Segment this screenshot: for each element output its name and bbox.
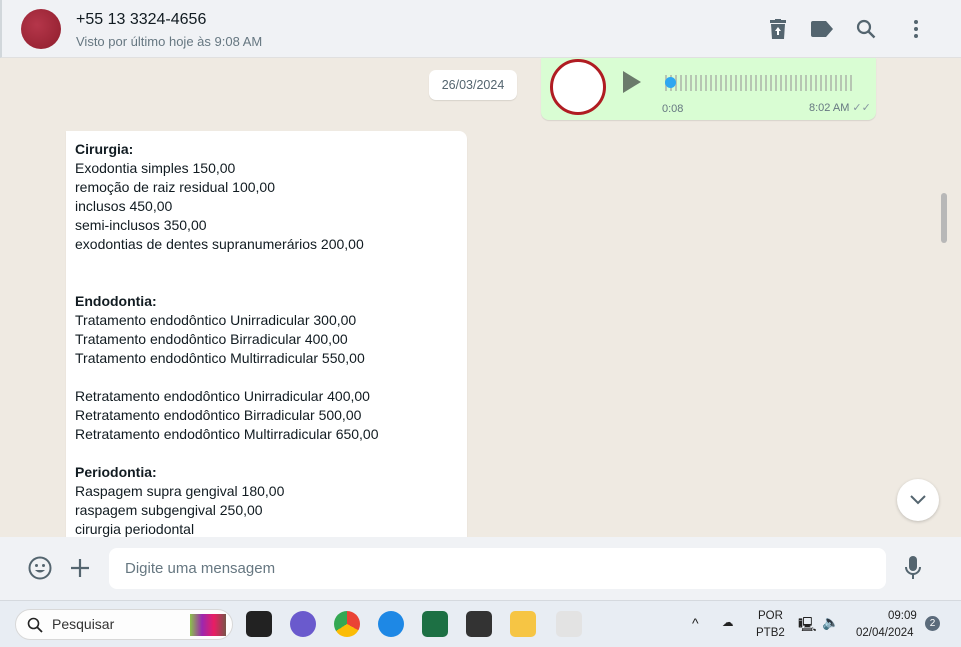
language-primary[interactable]: POR [758, 610, 783, 622]
message-line [75, 254, 458, 273]
message-line: Retratamento endodôntico Birradicular 50… [75, 407, 362, 423]
message-line: semi-inclusos 350,00 [75, 217, 207, 233]
delete-icon[interactable] [766, 17, 790, 41]
section-heading: Periodontia: [75, 464, 157, 480]
audio-waveform[interactable] [665, 75, 855, 91]
cloud-icon[interactable]: ☁ [722, 615, 734, 629]
date-badge: 26/03/2024 [429, 70, 517, 100]
contact-name[interactable]: +55 13 3324-4656 [76, 11, 206, 29]
section-heading: Cirurgia: [75, 141, 134, 157]
message-line: inclusos 450,00 [75, 198, 173, 214]
scrollbar[interactable] [941, 193, 947, 243]
edge-icon[interactable] [378, 611, 404, 637]
scroll-down-button[interactable] [897, 479, 939, 521]
message-line [75, 368, 458, 387]
chevron-down-icon [910, 495, 926, 505]
message-line: Retratamento endodôntico Unirradicular 4… [75, 388, 370, 404]
avatar[interactable] [21, 9, 61, 49]
message-line: Tratamento endodôntico Unirradicular 300… [75, 312, 357, 328]
message-line [75, 273, 458, 292]
search-label: Pesquisar [52, 616, 115, 632]
incoming-message: Cirurgia: Exodontia simples 150,00 remoção… [66, 131, 467, 537]
volume-icon[interactable]: 🔈 [822, 614, 839, 631]
chat-area: 26/03/2024 0:08 8:02 AM ✓✓ Cirurgia: Exod… [0, 58, 961, 537]
search-icon [27, 617, 43, 633]
message-line: Retratamento endodôntico Multirradicular… [75, 426, 379, 442]
message-line: Tratamento endodôntico Multirradicular 5… [75, 350, 365, 366]
message-line: remoção de raiz residual 100,00 [75, 179, 276, 195]
last-seen-status: Visto por último hoje às 9:08 AM [76, 34, 263, 49]
excel-icon[interactable] [422, 611, 448, 637]
clock-time[interactable]: 09:09 [888, 610, 917, 622]
message-line [75, 444, 458, 463]
network-icon[interactable]: 🖳 [798, 614, 817, 638]
clock-date[interactable]: 02/04/2024 [856, 627, 914, 639]
chrome-icon[interactable] [334, 611, 360, 637]
microphone-icon[interactable] [905, 556, 921, 580]
message-line: raspagem subgengival 250,00 [75, 502, 263, 518]
audio-message: 0:08 8:02 AM ✓✓ [541, 58, 876, 120]
time-text: 8:02 AM [809, 102, 850, 114]
message-line: exodontias de dentes supranumerários 200… [75, 236, 364, 252]
sender-avatar [550, 59, 606, 115]
message-line: Exodontia simples 150,00 [75, 160, 236, 176]
label-icon[interactable] [810, 17, 834, 41]
message-time: 8:02 AM ✓✓ [809, 101, 871, 114]
chevron-up-icon[interactable]: ^ [692, 615, 699, 631]
more-vert-icon[interactable] [904, 17, 928, 41]
search-icon[interactable] [854, 17, 878, 41]
message-line: cirurgia periodontal [75, 521, 195, 537]
books-icon [190, 614, 226, 636]
message-line: Raspagem supra gengival 180,00 [75, 483, 285, 499]
language-secondary[interactable]: PTB2 [756, 627, 785, 639]
sticky-notes-icon[interactable] [466, 611, 492, 637]
file-explorer-icon[interactable] [510, 611, 536, 637]
section-heading: Endodontia: [75, 293, 157, 309]
emoji-icon[interactable] [28, 556, 52, 580]
task-view-icon[interactable] [246, 611, 272, 637]
snipping-tool-icon[interactable] [556, 611, 582, 637]
notification-badge[interactable]: 2 [925, 616, 940, 631]
double-check-icon: ✓✓ [852, 102, 871, 114]
composer [0, 537, 961, 600]
chat-header: +55 13 3324-4656 Visto por último hoje à… [0, 0, 961, 58]
taskbar-search[interactable]: Pesquisar [15, 609, 233, 640]
play-icon[interactable] [623, 71, 641, 93]
attach-plus-icon[interactable] [71, 559, 89, 577]
audio-duration: 0:08 [662, 103, 684, 115]
message-input[interactable] [109, 548, 886, 589]
taskbar: Pesquisar ^ ☁ POR PTB2 🖳 🔈 09:09 02/04/2… [0, 600, 961, 647]
message-line: Tratamento endodôntico Birradicular 400,… [75, 331, 348, 347]
teams-icon[interactable] [290, 611, 316, 637]
audio-progress-handle[interactable] [665, 77, 676, 88]
